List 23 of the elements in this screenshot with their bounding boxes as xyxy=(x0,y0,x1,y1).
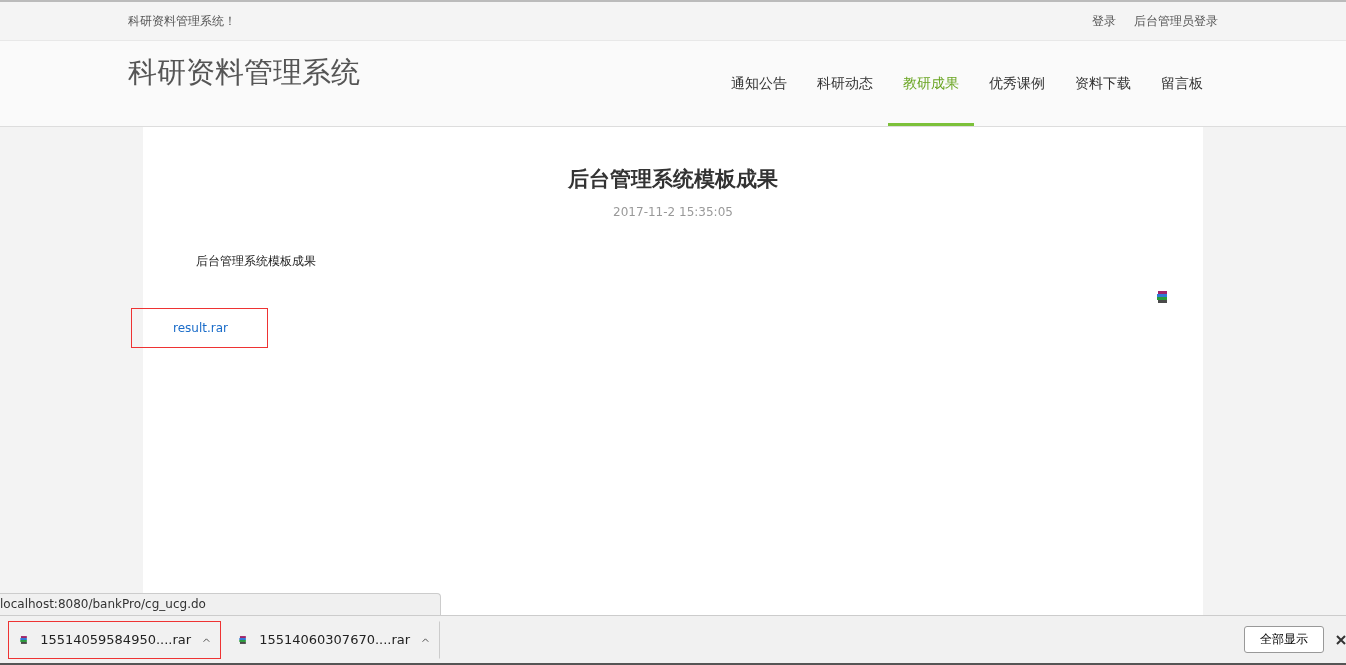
article-date: 2017-11-2 15:35:05 xyxy=(612,205,734,219)
nav-tab[interactable]: 科研动态 xyxy=(802,41,888,126)
article-body: 后台管理系统模板成果 xyxy=(196,253,317,270)
download-item[interactable]: 15514059584950....rar xyxy=(8,620,221,659)
caret-up-icon[interactable] xyxy=(203,635,210,644)
close-icon[interactable] xyxy=(1336,634,1346,645)
welcome-text: 科研资料管理系统！ xyxy=(128,12,236,30)
nav-tab[interactable]: 通知公告 xyxy=(716,41,802,126)
show-all-button[interactable]: 全部显示 xyxy=(1244,626,1324,653)
download-file-name: 15514059584950....rar xyxy=(40,632,192,647)
login-link[interactable]: 登录 xyxy=(1092,12,1116,30)
login-link[interactable]: 后台管理员登录 xyxy=(1134,12,1218,30)
download-item[interactable]: 15514060307670....rar xyxy=(227,620,440,659)
attachment-link[interactable]: result.rar xyxy=(173,321,228,335)
download-file-name: 15514060307670....rar xyxy=(259,632,411,647)
article-title: 后台管理系统模板成果 xyxy=(567,166,779,193)
nav-tab[interactable]: 资料下载 xyxy=(1060,41,1146,126)
archive-books-icon xyxy=(1155,290,1169,304)
nav-tab[interactable]: 留言板 xyxy=(1146,41,1218,126)
status-url-tooltip: localhost:8080/bankPro/cg_ucg.do xyxy=(0,593,441,615)
site-logo-text: 科研资料管理系统 xyxy=(128,54,360,91)
caret-up-icon[interactable] xyxy=(422,635,429,644)
nav-tab[interactable]: 优秀课例 xyxy=(974,41,1060,126)
